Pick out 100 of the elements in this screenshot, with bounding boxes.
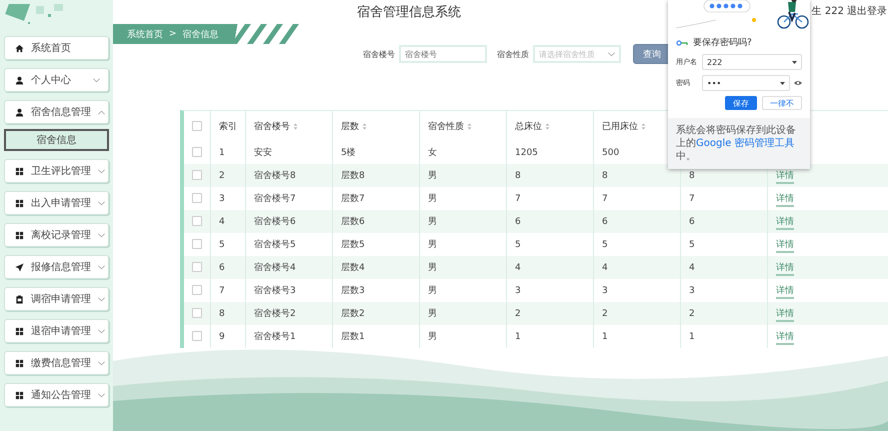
column-header[interactable]: 宿舍性质 [428, 122, 464, 132]
table-cell: 3 [689, 286, 695, 296]
field-label: 宿舍楼号 [363, 48, 395, 60]
table-cell: 8 [602, 170, 608, 180]
sidebar-item[interactable]: 出入申请管理 [4, 191, 109, 215]
password-manager-link[interactable]: Google 密码管理工具 [696, 138, 794, 149]
save-button[interactable]: 保存 [725, 96, 757, 110]
table-cell: 6 [219, 262, 225, 272]
sidebar-item[interactable]: 调宿申请管理 [4, 287, 109, 311]
table-cell: 6 [602, 216, 608, 226]
table-cell: 层数3 [341, 286, 365, 296]
table-cell: 2 [602, 308, 608, 318]
table-cell: 1 [219, 148, 225, 158]
never-button[interactable]: 一律不 [762, 96, 802, 110]
table-cell: 8 [689, 170, 695, 180]
sidebar-item[interactable]: 通知公告管理 [4, 383, 109, 407]
table-cell: 6 [515, 216, 521, 226]
column-header[interactable]: 总床位 [515, 122, 542, 132]
column-header[interactable]: 宿舍楼号 [254, 122, 290, 132]
table-cell: 3 [219, 194, 225, 204]
table-cell: 2 [515, 308, 521, 318]
table-cell: 5楼 [341, 148, 356, 158]
select-field[interactable]: 222 [702, 54, 802, 70]
table-cell: 1 [602, 332, 608, 342]
details-link[interactable]: 详情 [776, 286, 794, 299]
table-cell: 女 [428, 148, 437, 158]
table-cell: 男 [428, 263, 437, 273]
table-cell: 宿舍楼号4 [254, 263, 296, 273]
table-cell: 层数7 [341, 194, 365, 204]
breadcrumb-current: 宿舍信息 [182, 28, 219, 40]
table-cell: 3 [602, 286, 608, 296]
table-cell: 宿舍楼号6 [254, 217, 296, 227]
table-cell: 5 [689, 240, 695, 250]
table-cell: 宿舍楼号2 [254, 309, 296, 319]
app-title: 宿舍管理信息系统 [357, 4, 461, 21]
table-cell: 7 [602, 194, 608, 204]
details-link[interactable]: 详情 [776, 309, 794, 322]
table-cell: 男 [428, 286, 437, 296]
table-cell: 6 [689, 216, 695, 226]
sidebar-item[interactable]: 系统首页 [4, 36, 109, 60]
sidebar-item[interactable]: 卫生评比管理 [4, 159, 109, 183]
table-cell: 8 [515, 170, 521, 180]
table-cell: 7 [689, 194, 695, 204]
table-cell: 层数5 [341, 240, 365, 250]
sidebar-item[interactable]: 缴费信息管理 [4, 351, 109, 375]
table-cell: 层数8 [341, 171, 365, 181]
table-cell: 层数1 [341, 332, 365, 342]
table-cell: 1 [689, 332, 695, 342]
column-header[interactable]: 层数 [341, 122, 359, 132]
sidebar-item[interactable]: 离校记录管理 [4, 223, 109, 247]
table-cell: 男 [428, 240, 437, 250]
table-cell: 层数6 [341, 217, 365, 227]
table-cell: 男 [428, 309, 437, 319]
table-cell: 4 [515, 262, 521, 272]
table-cell: 5 [602, 240, 608, 250]
table-cell: 8 [219, 308, 225, 318]
table-cell: 5 [515, 240, 521, 250]
table-cell: 男 [428, 171, 437, 181]
submenu-item[interactable]: 宿舍信息 [4, 129, 109, 151]
details-link[interactable]: 详情 [776, 171, 794, 184]
select-field[interactable]: ••• [702, 75, 790, 91]
details-link[interactable]: 详情 [776, 240, 794, 253]
table-cell: 男 [428, 217, 437, 227]
table-cell: 宿舍楼号8 [254, 171, 296, 181]
table-cell: 宿舍楼号3 [254, 286, 296, 296]
table-cell: 宿舍楼号7 [254, 194, 296, 204]
table-cell: 1205 [515, 148, 538, 158]
table-cell: 4 [689, 262, 695, 272]
table-cell: 5 [219, 240, 225, 250]
popup-title: 要保存密码吗? [693, 36, 752, 49]
table-cell: 9 [219, 332, 225, 342]
table-cell: 男 [428, 194, 437, 204]
details-link[interactable]: 详情 [776, 194, 794, 207]
column-header[interactable]: 已用床位 [602, 122, 638, 132]
table-cell: 层数2 [341, 309, 365, 319]
column-header[interactable]: 索引 [219, 122, 237, 132]
user-name: 生 222 [812, 4, 844, 18]
table-cell: 4 [219, 216, 225, 226]
table-cell: 2 [219, 170, 225, 180]
table-cell: 宿舍楼号5 [254, 240, 296, 250]
table-cell: 4 [602, 262, 608, 272]
details-link[interactable]: 详情 [776, 263, 794, 276]
table-cell: 宿舍楼号1 [254, 332, 296, 342]
sidebar-item[interactable]: 报修信息管理 [4, 255, 109, 279]
input-field[interactable]: 宿舍楼号 [399, 45, 487, 63]
logout-link[interactable]: 退出登录 [847, 4, 887, 18]
table-cell: 2 [689, 308, 695, 318]
table-cell: 7 [515, 194, 521, 204]
sidebar-item[interactable]: 退宿申请管理 [4, 319, 109, 343]
table-cell: 层数4 [341, 263, 365, 273]
details-link[interactable]: 详情 [776, 217, 794, 230]
details-link[interactable]: 详情 [776, 332, 794, 345]
table-cell: 男 [428, 332, 437, 342]
breadcrumb-separator: > [169, 29, 177, 39]
sidebar-item[interactable]: 宿舍信息管理 [4, 100, 109, 124]
table-cell: 安安 [254, 148, 272, 158]
table-cell: 1 [515, 332, 521, 342]
field-label: 宿舍性质 [497, 48, 529, 60]
table-cell: 3 [515, 286, 521, 296]
sidebar-item[interactable]: 个人中心 [4, 68, 109, 92]
